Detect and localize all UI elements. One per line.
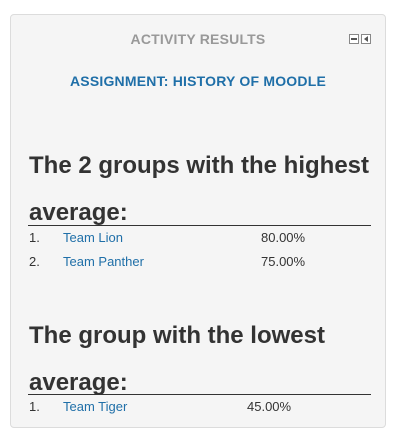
block-controls: [349, 34, 371, 44]
list-item: 1. Team Lion 80.00%: [28, 226, 371, 250]
rank: 1.: [29, 230, 40, 245]
lowest-average-heading: The group with the lowest average:: [29, 322, 325, 396]
dock-icon[interactable]: [361, 34, 371, 44]
block-header: ACTIVITY RESULTS: [11, 15, 385, 63]
group-link[interactable]: Team Tiger: [63, 399, 127, 414]
list-item: 2. Team Panther 75.00%: [28, 250, 371, 274]
collapse-icon[interactable]: [349, 34, 359, 44]
assignment-link[interactable]: ASSIGNMENT: HISTORY OF MOODLE: [11, 73, 385, 89]
group-link[interactable]: Team Panther: [63, 254, 144, 269]
score: 80.00%: [261, 230, 306, 245]
rank: 2.: [29, 254, 40, 269]
activity-results-block: ACTIVITY RESULTS ASSIGNMENT: HISTORY OF …: [10, 14, 386, 428]
score: 75.00%: [261, 254, 306, 269]
highest-results-list: 1. Team Lion 80.00% 2. Team Panther 75.0…: [28, 225, 371, 274]
highest-average-heading: The 2 groups with the highest average:: [29, 152, 370, 226]
block-title: ACTIVITY RESULTS: [130, 31, 266, 47]
list-item: 1. Team Tiger 45.00%: [28, 395, 371, 419]
lowest-results-list: 1. Team Tiger 45.00%: [28, 394, 371, 419]
group-link[interactable]: Team Lion: [63, 230, 123, 245]
score: 45.00%: [247, 399, 292, 414]
rank: 1.: [29, 399, 40, 414]
